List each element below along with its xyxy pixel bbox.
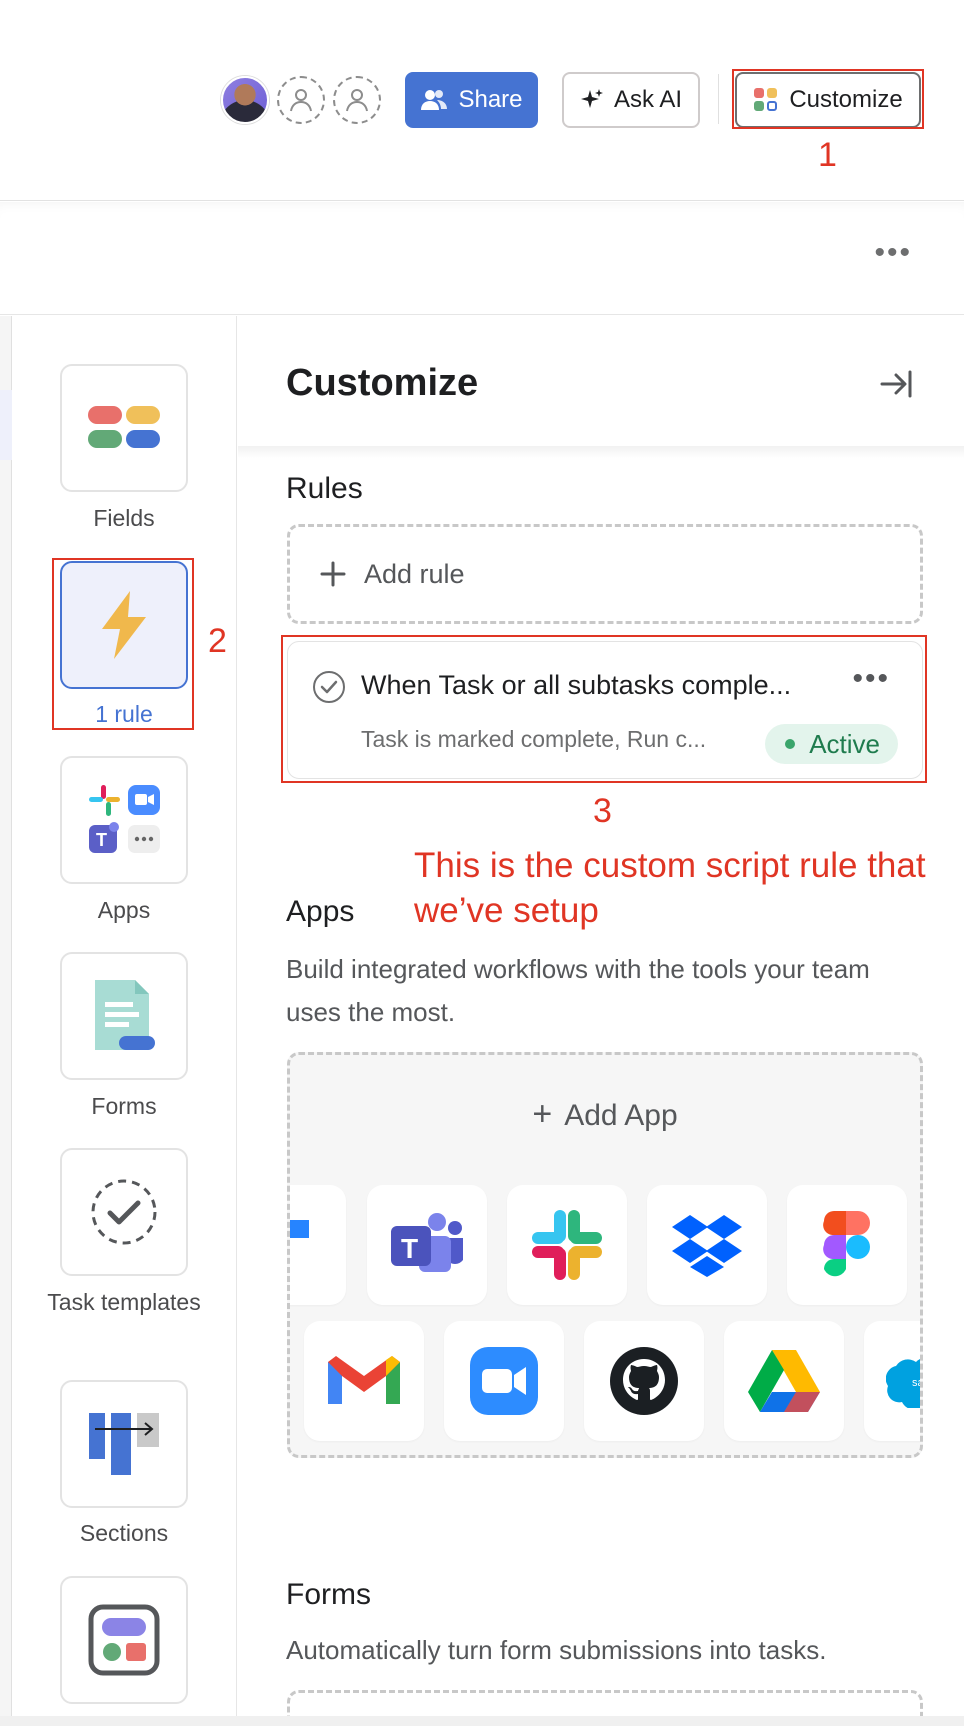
- ask-ai-label: Ask AI: [613, 86, 683, 113]
- app-tile-salesforce[interactable]: sales: [864, 1321, 923, 1441]
- annotation-note: This is the custom script rule that we’v…: [414, 846, 926, 930]
- plus-icon: [320, 561, 346, 587]
- view-toolbar: [0, 202, 964, 315]
- annotation-number-1: 1: [818, 136, 837, 174]
- annotation-number-3: 3: [593, 792, 612, 830]
- left-edge-strip: [0, 316, 12, 1726]
- divider: [718, 74, 719, 124]
- microsoft-teams-icon: T: [391, 1213, 463, 1272]
- dropbox-icon: [672, 1215, 742, 1277]
- google-drive-icon: [748, 1350, 820, 1412]
- panel-header-shadow: [238, 446, 964, 458]
- sidebar-item-bundles[interactable]: [60, 1576, 188, 1704]
- sidebar-item-forms[interactable]: [60, 952, 188, 1080]
- app-tile-microsoft-teams[interactable]: T: [367, 1185, 487, 1305]
- share-label: Share: [458, 86, 523, 113]
- svg-text:T: T: [96, 830, 107, 850]
- collapse-panel-icon[interactable]: [878, 366, 914, 402]
- annotation-box-3: [281, 635, 927, 783]
- svg-text:sales: sales: [912, 1377, 923, 1389]
- rules-section-title: Rules: [286, 472, 363, 505]
- github-icon: [610, 1347, 678, 1415]
- add-app-button[interactable]: + Add App: [290, 1095, 920, 1134]
- sidebar-item-label: Forms: [91, 1093, 157, 1119]
- app-tile-dropbox[interactable]: [647, 1185, 767, 1305]
- people-icon: [421, 90, 448, 110]
- add-app-label: Add App: [564, 1099, 678, 1132]
- app-tile-zoom[interactable]: [444, 1321, 564, 1441]
- app-tile-gmail[interactable]: [304, 1321, 424, 1441]
- annotation-number-2: 2: [208, 622, 227, 660]
- form-icon: [95, 980, 155, 1050]
- sidebar-item-label: Apps: [97, 897, 151, 923]
- sidebar-item-fields[interactable]: [60, 364, 188, 492]
- apps-drop-zone[interactable]: +Add App T sales: [287, 1052, 923, 1458]
- annotation-box-2: [52, 558, 194, 730]
- ask-ai-button[interactable]: Ask AI: [562, 72, 700, 128]
- forms-section-title: Forms: [286, 1578, 371, 1611]
- share-button[interactable]: Share: [405, 72, 538, 128]
- panel-title: Customize: [286, 362, 479, 404]
- empty-avatar-slot[interactable]: [277, 76, 325, 124]
- bundle-icon: [88, 1604, 160, 1676]
- jira-icon: [290, 1220, 309, 1238]
- app-tile-github[interactable]: [584, 1321, 704, 1441]
- app-tile-slack[interactable]: [507, 1185, 627, 1305]
- person-icon: [290, 89, 312, 112]
- annotation-box-1: [732, 69, 924, 129]
- sidebar-item-label: Task templates: [47, 1289, 201, 1315]
- empty-avatar-slot[interactable]: [333, 76, 381, 124]
- slack-icon: [532, 1210, 602, 1280]
- app-tile-figma[interactable]: [787, 1185, 907, 1305]
- fields-icon: [88, 406, 160, 448]
- sidebar-item-task-templates[interactable]: [60, 1148, 188, 1276]
- apps-section-description: Build integrated workflows with the tool…: [286, 954, 870, 1027]
- add-rule-label: Add rule: [364, 558, 465, 589]
- dashed-check-circle-icon: [91, 1179, 157, 1245]
- svg-text:T: T: [401, 1233, 418, 1264]
- selected-row-highlight: [0, 390, 12, 460]
- app-tile-google-drive[interactable]: [724, 1321, 844, 1441]
- gmail-icon: [328, 1356, 400, 1404]
- app-tile-jira[interactable]: [290, 1185, 346, 1305]
- salesforce-icon: sales: [886, 1359, 923, 1408]
- bottom-edge: [0, 1716, 964, 1726]
- apps-icon: T: [89, 785, 160, 853]
- sidebar-item-label: Fields: [93, 505, 155, 531]
- sidebar-item-sections[interactable]: [60, 1380, 188, 1508]
- more-options-icon[interactable]: •••: [874, 236, 912, 270]
- figma-icon: [823, 1211, 870, 1277]
- user-avatar[interactable]: [221, 76, 269, 124]
- sparkle-icon: [580, 89, 603, 108]
- sections-icon: [89, 1413, 159, 1475]
- sidebar-item-label: Sections: [79, 1520, 169, 1546]
- zoom-icon: [470, 1347, 538, 1415]
- apps-section-title: Apps: [286, 895, 355, 928]
- sidebar-item-apps[interactable]: T: [60, 756, 188, 884]
- add-rule-button[interactable]: Add rule: [287, 524, 923, 624]
- forms-section-description: Automatically turn form submissions into…: [286, 1635, 827, 1665]
- person-icon: [346, 89, 368, 112]
